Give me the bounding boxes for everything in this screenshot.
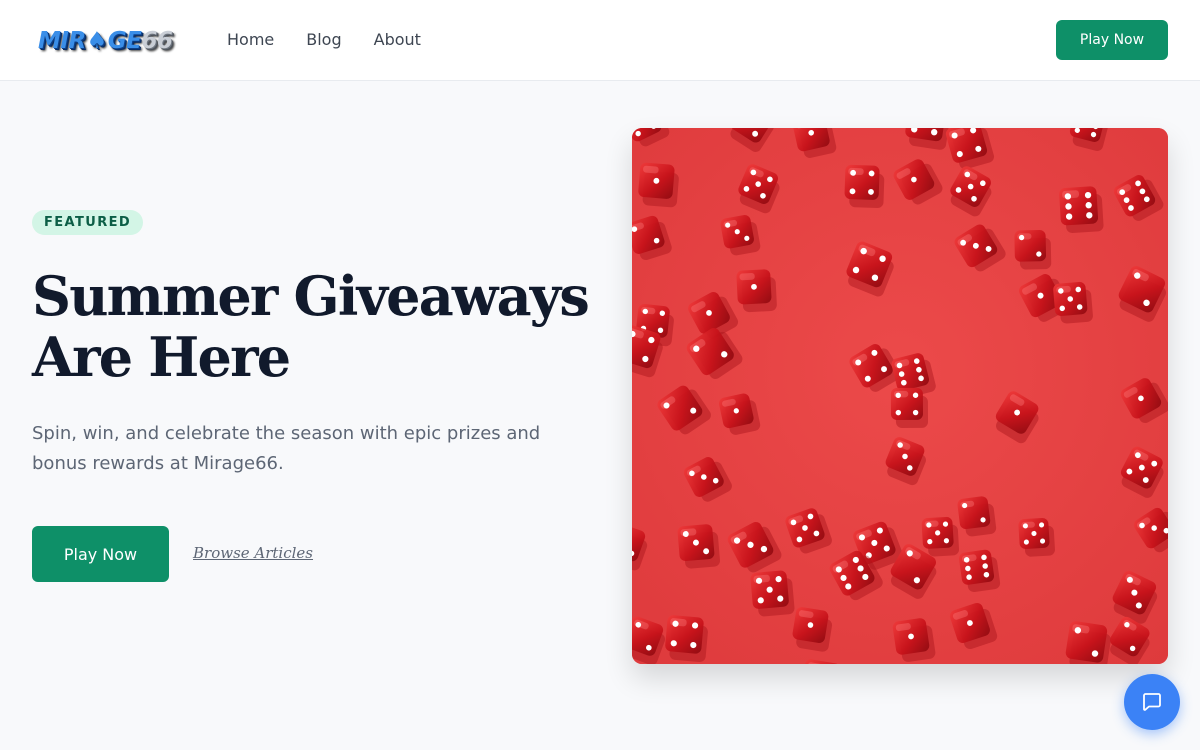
- die: [844, 164, 885, 209]
- logo-spade-icon: ♠: [86, 28, 108, 54]
- dice-illustration: [632, 128, 1168, 664]
- die: [890, 387, 929, 428]
- site-logo[interactable]: MIR ♠ GE 66: [38, 26, 173, 56]
- logo-text-middle: GE: [107, 28, 142, 54]
- nav-item-home[interactable]: Home: [227, 30, 274, 50]
- featured-badge: FEATURED: [32, 210, 144, 235]
- hero-subtitle: Spin, win, and celebrate the season with…: [32, 423, 541, 474]
- hero-dice-image: [632, 128, 1168, 664]
- main-nav: Home Blog About: [227, 30, 453, 50]
- hero-title-line-2: Are Here: [32, 325, 291, 389]
- hero-title-line-1: Summer Giveaways: [32, 264, 590, 328]
- chat-button[interactable]: [1124, 674, 1180, 730]
- nav-item-about[interactable]: About: [374, 30, 421, 50]
- browse-articles-link[interactable]: Browse Articles: [193, 544, 313, 562]
- site-header: MIR ♠ GE 66 Home Blog About Play Now: [0, 0, 1200, 81]
- chat-bubble-icon: [1143, 693, 1161, 711]
- logo-text-start: MIR: [38, 28, 86, 54]
- nav-item-blog[interactable]: Blog: [306, 30, 341, 50]
- hero-title: Summer Giveaways Are Here: [32, 266, 592, 388]
- die: [638, 162, 679, 208]
- logo-text-end: 66: [141, 28, 173, 54]
- die: [665, 615, 708, 663]
- hero-play-now-button[interactable]: Play Now: [32, 526, 169, 582]
- header-play-now-button[interactable]: Play Now: [1056, 20, 1168, 60]
